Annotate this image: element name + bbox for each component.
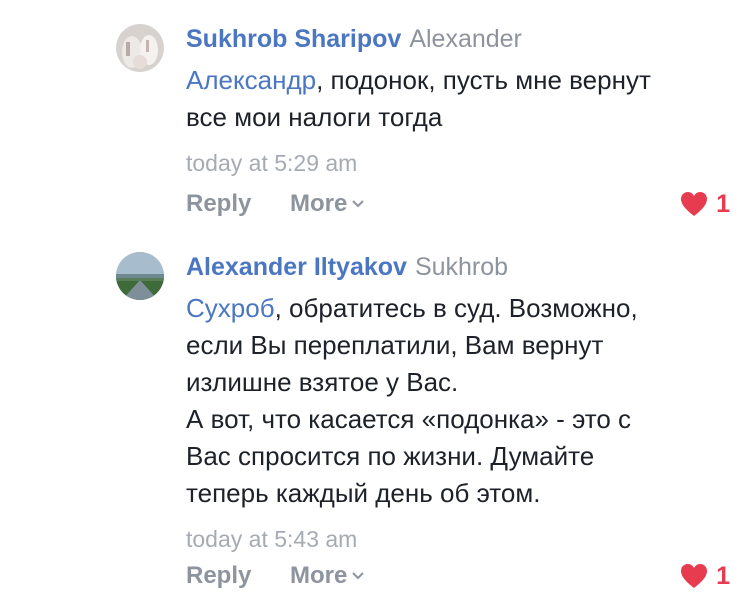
comment-author[interactable]: Sukhrob Sharipov: [186, 25, 401, 53]
avatar-image: [116, 252, 164, 300]
avatar[interactable]: [116, 252, 164, 300]
reaction-number: 1: [716, 190, 730, 218]
comment: Sukhrob Sharipov Alexander Александр, под…: [0, 0, 750, 230]
reaction-count[interactable]: 1: [680, 559, 730, 593]
more-label: More: [290, 190, 348, 217]
comment-author[interactable]: Alexander Iltyakov: [186, 253, 407, 281]
reply-to-name[interactable]: Sukhrob: [415, 253, 508, 281]
more-label: More: [290, 562, 348, 589]
avatar-image: [116, 24, 164, 72]
chevron-down-icon: [352, 199, 365, 208]
mention-link[interactable]: Александр: [186, 65, 316, 95]
more-button[interactable]: More: [290, 559, 365, 593]
more-button[interactable]: More: [290, 187, 365, 221]
comment-text: Сухроб, обратитесь в суд. Возможно, если…: [186, 290, 726, 512]
reaction-number: 1: [716, 562, 730, 590]
comment-timestamp[interactable]: today at 5:29 am: [186, 148, 726, 178]
reply-to-name[interactable]: Alexander: [409, 25, 522, 53]
comment-text: Александр, подонок, пусть мне вернут все…: [186, 62, 726, 136]
reply-button[interactable]: Reply: [186, 559, 251, 593]
comment: Alexander Iltyakov Sukhrob Сухроб, обрати…: [0, 230, 750, 610]
reply-button[interactable]: Reply: [186, 187, 251, 221]
heart-icon: [681, 564, 708, 588]
comment-actions: Reply More 1: [186, 187, 730, 221]
comment-body: , обратитесь в суд. Возможно, если Вы пе…: [186, 293, 638, 508]
mention-link[interactable]: Сухроб: [186, 293, 275, 323]
avatar[interactable]: [116, 24, 164, 72]
comment-timestamp[interactable]: today at 5:43 am: [186, 524, 726, 554]
heart-icon: [681, 192, 708, 216]
reaction-count[interactable]: 1: [680, 187, 730, 221]
chevron-down-icon: [352, 571, 365, 580]
comment-actions: Reply More 1: [186, 559, 730, 593]
